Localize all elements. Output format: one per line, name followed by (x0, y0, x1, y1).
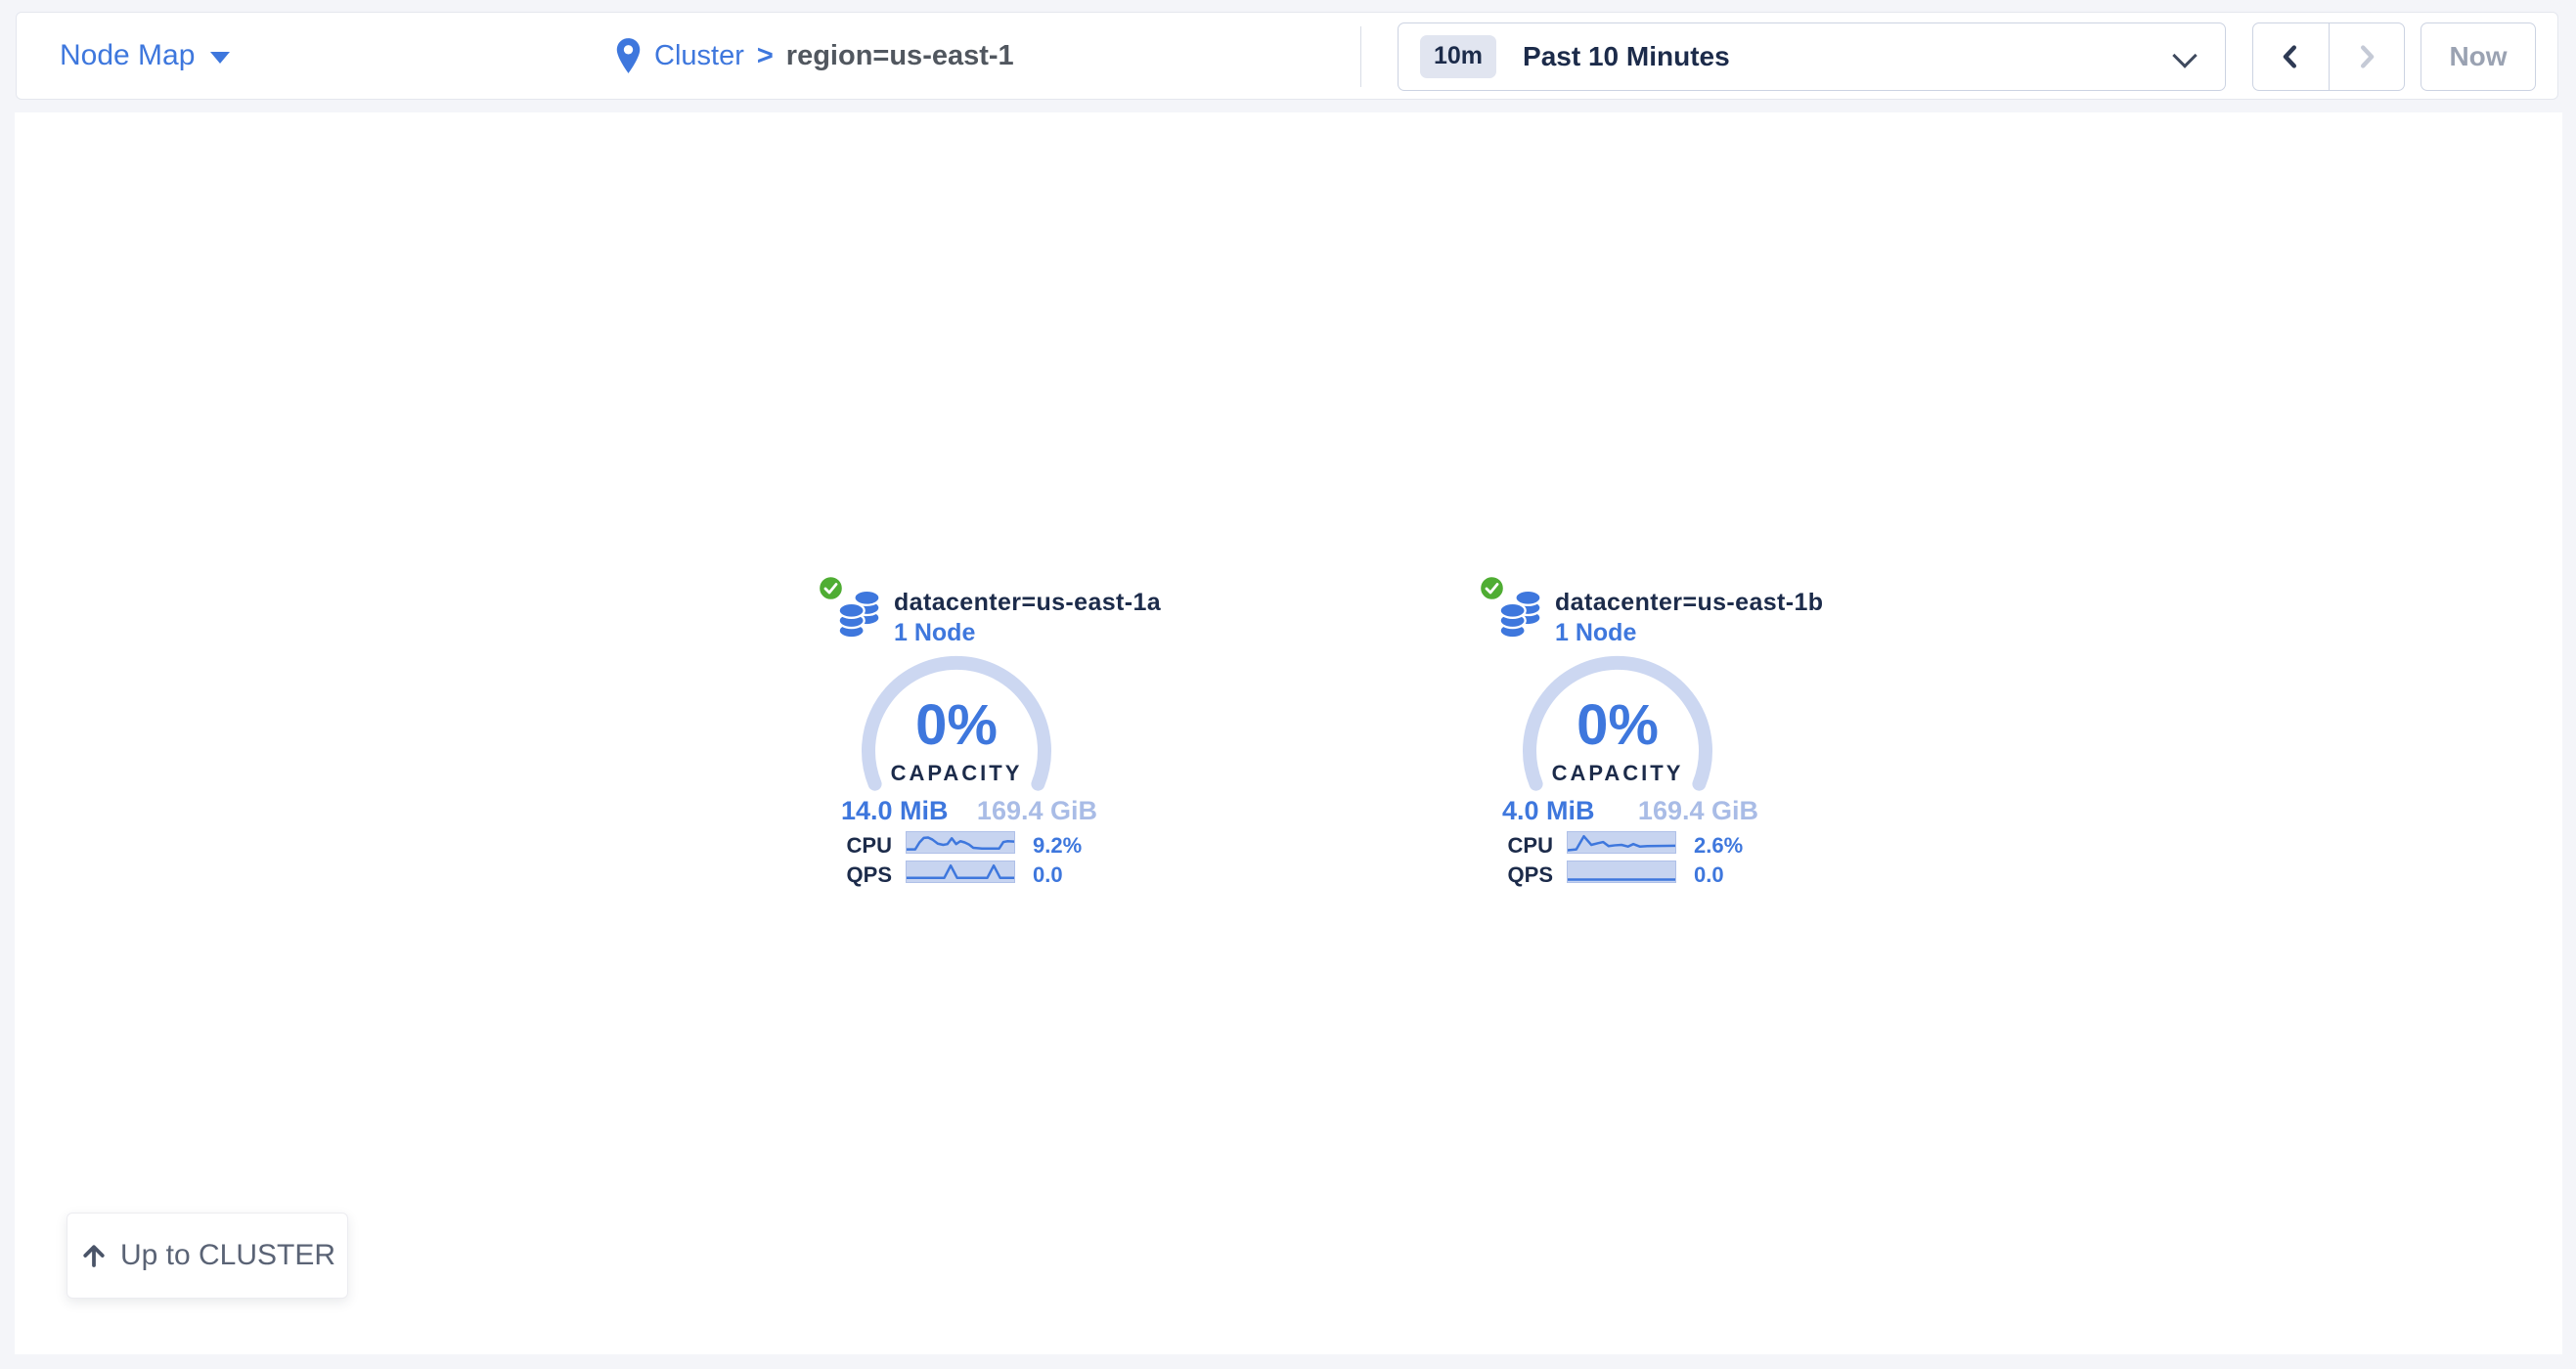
up-to-cluster-button[interactable]: Up to CLUSTER (67, 1213, 348, 1299)
view-selector-dropdown[interactable]: Node Map (60, 13, 230, 99)
qps-label: QPS (837, 862, 892, 888)
chevron-right-icon (2352, 42, 2381, 71)
capacity-percentage: 0% (1530, 692, 1706, 758)
qps-sparkline (906, 861, 1015, 883)
breadcrumb: Cluster > region=us-east-1 (615, 13, 1014, 99)
capacity-used: 4.0 MiB (1502, 796, 1595, 826)
time-step-buttons (2252, 22, 2405, 91)
locality-title: datacenter=us-east-1b (1555, 589, 1823, 617)
up-to-cluster-label: Up to CLUSTER (120, 1239, 335, 1272)
time-range-label: Past 10 Minutes (1523, 41, 1730, 72)
breadcrumb-cluster-link[interactable]: Cluster (654, 40, 744, 72)
top-header-bar: Node Map Cluster > region=us-east-1 10m … (16, 12, 2558, 100)
locality-card-us-east-1a[interactable]: datacenter=us-east-1a 1 Node 0% CAPACITY… (802, 567, 1125, 1007)
node-map-canvas: datacenter=us-east-1a 1 Node 0% CAPACITY… (15, 112, 2562, 1354)
time-range-dropdown[interactable]: 10m Past 10 Minutes (1398, 22, 2226, 91)
qps-value: 0.0 (1033, 862, 1063, 888)
map-pin-icon (615, 37, 642, 74)
chevron-down-icon (2172, 43, 2197, 67)
cpu-label: CPU (1498, 833, 1553, 859)
locality-title: datacenter=us-east-1a (894, 589, 1161, 617)
caret-down-icon (210, 52, 230, 64)
chevron-left-icon (2276, 42, 2305, 71)
breadcrumb-current-locality: region=us-east-1 (786, 40, 1014, 72)
breadcrumb-separator: > (757, 40, 774, 72)
qps-label: QPS (1498, 862, 1553, 888)
qps-sparkline (1567, 861, 1676, 883)
cpu-label: CPU (837, 833, 892, 859)
time-step-back-button[interactable] (2253, 23, 2329, 90)
capacity-label: CAPACITY (1510, 761, 1725, 786)
locality-card-us-east-1b[interactable]: datacenter=us-east-1b 1 Node 0% CAPACITY… (1463, 567, 1786, 1007)
time-step-forward-button[interactable] (2329, 23, 2405, 90)
arrow-up-icon (79, 1241, 109, 1270)
cpu-value: 2.6% (1694, 833, 1743, 859)
cpu-sparkline (1567, 831, 1676, 854)
database-stack-icon (837, 589, 882, 641)
capacity-used: 14.0 MiB (841, 796, 949, 826)
cpu-value: 9.2% (1033, 833, 1082, 859)
view-selector-label: Node Map (60, 39, 195, 72)
database-stack-icon (1498, 589, 1543, 641)
capacity-total: 169.4 GiB (1610, 796, 1758, 826)
capacity-label: CAPACITY (849, 761, 1064, 786)
qps-value: 0.0 (1694, 862, 1724, 888)
time-range-badge: 10m (1420, 35, 1496, 78)
capacity-total: 169.4 GiB (949, 796, 1097, 826)
header-divider (1360, 26, 1361, 87)
cpu-sparkline (906, 831, 1015, 854)
capacity-percentage: 0% (868, 692, 1044, 758)
now-button[interactable]: Now (2421, 22, 2536, 91)
